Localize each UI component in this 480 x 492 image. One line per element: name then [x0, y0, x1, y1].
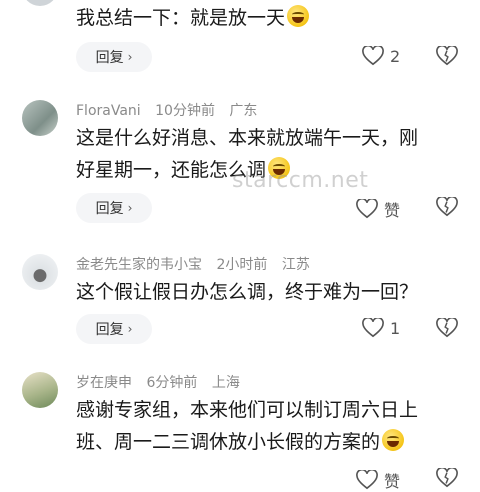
username[interactable]: FloraVani	[76, 103, 141, 119]
location: 广东	[229, 103, 258, 119]
like-button[interactable]: 赞	[356, 468, 400, 492]
like-button[interactable]: 赞	[356, 197, 400, 221]
heart-outline-icon	[356, 470, 378, 490]
heart-outline-icon	[356, 199, 378, 219]
username[interactable]: 金老先生家的韦小宝	[76, 257, 202, 273]
timestamp: 10分钟前	[155, 103, 215, 119]
like-button[interactable]: 2	[362, 46, 400, 66]
avatar[interactable]	[22, 100, 58, 136]
chevron-right-icon: ›	[127, 322, 133, 336]
timestamp: 6分钟前	[146, 375, 198, 391]
chevron-right-icon: ›	[127, 50, 133, 64]
dislike-button[interactable]	[436, 466, 458, 492]
like-count: 赞	[384, 472, 401, 491]
avatar[interactable]	[22, 372, 58, 408]
like-button[interactable]: 1	[362, 318, 400, 338]
comment-meta: 岁在庚申 6分钟前 上海	[76, 372, 250, 392]
avatar[interactable]	[22, 254, 58, 290]
comment-text: 这个假让假日办怎么调，终于难为一回？	[76, 281, 419, 303]
heart-outline-icon	[362, 318, 384, 338]
chevron-right-icon: ›	[127, 201, 133, 215]
like-count: 1	[390, 318, 401, 338]
broken-heart-icon	[436, 44, 458, 66]
location: 江苏	[281, 257, 310, 273]
dislike-button[interactable]	[436, 195, 458, 221]
comment-text: 感谢专家组，本来他们可以制订周六日上 班、周一二三调休放小长假的方案的	[76, 399, 419, 453]
laughing-emoji-icon	[287, 5, 310, 27]
reply-button[interactable]: 回复 ›	[76, 314, 152, 344]
username[interactable]: 岁在庚申	[76, 375, 132, 391]
broken-heart-icon	[436, 195, 458, 217]
location: 上海	[211, 375, 240, 391]
reply-button[interactable]: 回复 ›	[76, 193, 152, 223]
dislike-button[interactable]	[436, 44, 458, 70]
reply-button[interactable]: 回复 ›	[76, 42, 152, 72]
comment-text: 我总结一下：就是放一天	[76, 2, 466, 34]
heart-outline-icon	[362, 46, 384, 66]
like-count: 赞	[384, 201, 401, 220]
comment-meta: FloraVani 10分钟前 广东	[76, 100, 267, 120]
timestamp: 2小时前	[216, 257, 268, 273]
like-count: 2	[390, 46, 401, 66]
dislike-button[interactable]	[436, 316, 458, 342]
broken-heart-icon	[436, 466, 458, 488]
avatar[interactable]	[22, 0, 58, 6]
broken-heart-icon	[436, 316, 458, 338]
laughing-emoji-icon	[382, 429, 405, 451]
comment-meta: 金老先生家的韦小宝 2小时前 江苏	[76, 254, 320, 274]
watermark: starccm.net	[232, 168, 369, 193]
